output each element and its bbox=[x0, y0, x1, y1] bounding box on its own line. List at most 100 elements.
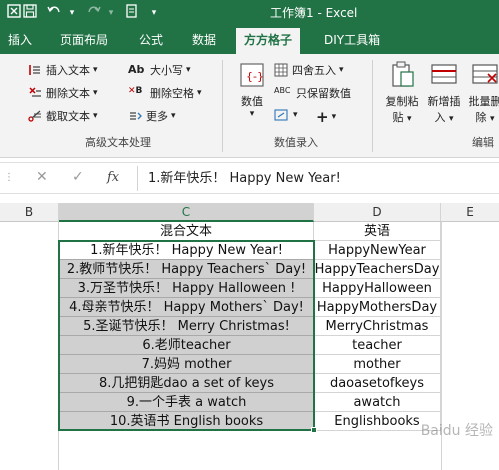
header-cell-english[interactable]: 英语 bbox=[314, 222, 441, 241]
extract-text-dropdown-icon: ▾ bbox=[93, 111, 98, 121]
delete-spaces-icon: ✕B bbox=[128, 86, 143, 96]
title-bar: ▾ ▾ ▾ 工作簿1 - Excel bbox=[0, 0, 499, 26]
group-label-edit: 编辑 bbox=[472, 136, 494, 149]
copy-paste-label-line1: 复制粘 bbox=[385, 95, 419, 108]
mixed-text-cell[interactable]: 1.新年快乐！ Happy New Year! bbox=[59, 241, 314, 260]
cancel-entry-icon[interactable]: ✕ bbox=[36, 169, 48, 185]
column-header-d[interactable]: D bbox=[314, 203, 441, 222]
more-label: 更多 bbox=[146, 110, 168, 123]
tab-fangfanggezi[interactable]: 方方格子 bbox=[236, 28, 301, 54]
case-icon: Ab bbox=[128, 63, 145, 76]
group-label-number-entry: 数值录入 bbox=[274, 136, 318, 149]
column-header-b[interactable]: B bbox=[0, 203, 59, 222]
insert-text-button[interactable]: 插入文本 ▾ bbox=[28, 62, 98, 78]
round-button[interactable]: 四舍五入 ▾ bbox=[274, 62, 344, 78]
english-cell[interactable]: HappyMothersDay bbox=[314, 298, 441, 317]
insert-new-label-line2: 入 ▾ bbox=[434, 111, 454, 124]
format-painter-icon[interactable] bbox=[122, 3, 142, 23]
case-button[interactable]: Ab 大小写 ▾ bbox=[128, 62, 191, 78]
case-dropdown-icon: ▾ bbox=[186, 65, 191, 75]
mixed-text-cell[interactable]: 2.教师节快乐！ Happy Teachers` Day! bbox=[59, 260, 314, 279]
more-button[interactable]: 更多 ▾ bbox=[128, 108, 176, 124]
column-header-c[interactable]: C bbox=[59, 203, 314, 222]
group-separator bbox=[372, 60, 373, 152]
plus-icon: + bbox=[316, 108, 329, 126]
english-cell[interactable]: mother bbox=[314, 355, 441, 374]
value-label: 数值 bbox=[241, 95, 263, 108]
batch-delete-button[interactable]: 批量删 除 ▾ bbox=[465, 60, 499, 125]
clipboard-icon bbox=[387, 60, 417, 90]
insert-new-button[interactable]: 新增插 入 ▾ bbox=[424, 60, 464, 125]
number-format-icon bbox=[274, 108, 288, 122]
english-cell[interactable]: daoasetofkeys bbox=[314, 374, 441, 393]
english-cell[interactable]: teacher bbox=[314, 336, 441, 355]
english-cell[interactable]: HappyTeachersDay bbox=[314, 260, 441, 279]
batch-delete-label-line1: 批量删 bbox=[468, 95, 499, 108]
value-button[interactable]: {-} 数值 ▾ bbox=[234, 60, 270, 119]
more-icon bbox=[128, 109, 142, 123]
mixed-text-cell[interactable]: 4.母亲节快乐！ Happy Mothers` Day! bbox=[59, 298, 314, 317]
delete-spaces-button[interactable]: ✕B 删除空格 ▾ bbox=[128, 85, 202, 101]
group-label-text-processing: 高级文本处理 bbox=[85, 136, 151, 149]
round-dropdown-icon: ▾ bbox=[339, 65, 344, 75]
tab-formulas[interactable]: 公式 bbox=[139, 31, 163, 48]
number-format-button[interactable]: ▾ bbox=[274, 108, 298, 122]
add-button[interactable]: + ▾ bbox=[316, 108, 336, 126]
name-box-grip-icon[interactable]: ⋮ bbox=[4, 172, 14, 183]
mixed-text-cell[interactable]: 8.几把钥匙dao a set of keys bbox=[59, 374, 314, 393]
save-icon[interactable] bbox=[20, 3, 40, 23]
mixed-text-cell[interactable]: 6.老师teacher bbox=[59, 336, 314, 355]
extract-text-icon bbox=[28, 109, 42, 123]
delete-text-dropdown-icon: ▾ bbox=[93, 88, 98, 98]
keep-value-label: 只保留数值 bbox=[296, 87, 351, 100]
fill-handle[interactable] bbox=[311, 427, 317, 433]
english-cell[interactable]: MerryChristmas bbox=[314, 317, 441, 336]
value-icon: {-} bbox=[237, 60, 267, 90]
header-cell-mixed-text[interactable]: 混合文本 bbox=[59, 222, 314, 241]
undo-icon[interactable] bbox=[44, 3, 64, 23]
mixed-text-cell[interactable]: 9.一个手表 a watch bbox=[59, 393, 314, 412]
window-title: 工作簿1 - Excel bbox=[270, 6, 358, 20]
column-header-e[interactable]: E bbox=[441, 203, 499, 222]
batch-delete-label-line2: 除 ▾ bbox=[475, 111, 495, 124]
insert-text-icon bbox=[28, 63, 42, 77]
copy-paste-label-line2: 贴 ▾ bbox=[392, 111, 412, 124]
copy-paste-button[interactable]: 复制粘 贴 ▾ bbox=[380, 60, 424, 125]
mixed-text-cell[interactable]: 7.妈妈 mother bbox=[59, 355, 314, 374]
round-label: 四舍五入 bbox=[292, 64, 336, 77]
redo-dropdown-icon[interactable]: ▾ bbox=[101, 3, 121, 23]
keep-value-icon: ABC bbox=[274, 86, 291, 95]
number-format-dropdown-icon: ▾ bbox=[293, 110, 298, 120]
mixed-text-cell[interactable]: 5.圣诞节快乐！ Merry Christmas! bbox=[59, 317, 314, 336]
ribbon-tab-bar: 插入 页面布局 公式 数据 方方格子 DIY工具箱 bbox=[0, 26, 499, 54]
delete-spaces-dropdown-icon: ▾ bbox=[197, 88, 202, 98]
delete-spaces-label: 删除空格 bbox=[150, 87, 194, 100]
delete-text-label: 删除文本 bbox=[46, 87, 90, 100]
formula-input[interactable]: 1.新年快乐！ Happy New Year! bbox=[137, 166, 499, 191]
formula-bar: ⋮ ✕ ✓ fx 1.新年快乐！ Happy New Year! bbox=[0, 162, 499, 194]
watermark: Baidu 经验 bbox=[420, 423, 493, 439]
tab-diy-toolbox[interactable]: DIY工具箱 bbox=[324, 31, 380, 48]
confirm-entry-icon[interactable]: ✓ bbox=[72, 169, 84, 185]
customize-quick-access-icon[interactable]: ▾ bbox=[144, 3, 164, 23]
delete-text-button[interactable]: 删除文本 ▾ bbox=[28, 85, 98, 101]
insert-function-icon[interactable]: fx bbox=[107, 170, 119, 185]
undo-dropdown-icon[interactable]: ▾ bbox=[62, 3, 82, 23]
group-separator bbox=[222, 60, 223, 152]
tab-page-layout[interactable]: 页面布局 bbox=[60, 31, 108, 48]
tab-insert[interactable]: 插入 bbox=[8, 31, 32, 48]
svg-text:{-}: {-} bbox=[246, 70, 264, 83]
mixed-text-cell[interactable]: 3.万圣节快乐！ Happy Halloween ! bbox=[59, 279, 314, 298]
insert-new-label-line1: 新增插 bbox=[427, 95, 461, 108]
tab-data[interactable]: 数据 bbox=[192, 31, 216, 48]
value-dropdown-icon: ▾ bbox=[249, 109, 255, 119]
ribbon: 插入文本 ▾ 删除文本 ▾ 截取文本 ▾ Ab 大小写 ▾ ✕B 删除空格 ▾ … bbox=[0, 54, 499, 158]
english-cell[interactable]: awatch bbox=[314, 393, 441, 412]
extract-text-label: 截取文本 bbox=[46, 110, 90, 123]
add-dropdown-icon: ▾ bbox=[331, 112, 337, 122]
extract-text-button[interactable]: 截取文本 ▾ bbox=[28, 108, 98, 124]
mixed-text-cell[interactable]: 10.英语书 English books bbox=[59, 412, 314, 431]
english-cell[interactable]: HappyNewYear bbox=[314, 241, 441, 260]
english-cell[interactable]: HappyHalloween bbox=[314, 279, 441, 298]
keep-value-button[interactable]: ABC 只保留数值 bbox=[274, 85, 351, 101]
